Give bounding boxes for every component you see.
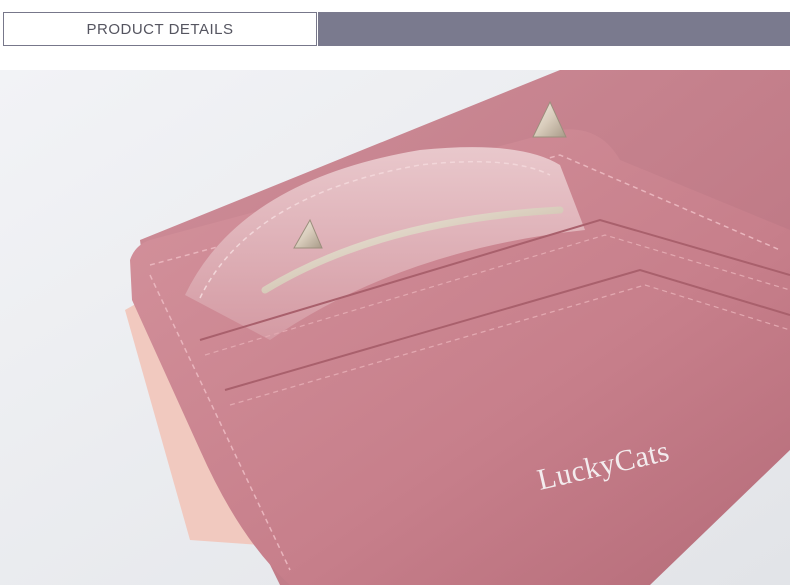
section-title: PRODUCT DETAILS xyxy=(86,20,234,38)
section-title-box: PRODUCT DETAILS xyxy=(3,12,317,46)
header-accent-bar xyxy=(318,12,790,46)
section-header: PRODUCT DETAILS xyxy=(0,8,790,48)
wallet-illustration: LuckyCats xyxy=(0,70,790,585)
product-photo: LuckyCats xyxy=(0,70,790,585)
